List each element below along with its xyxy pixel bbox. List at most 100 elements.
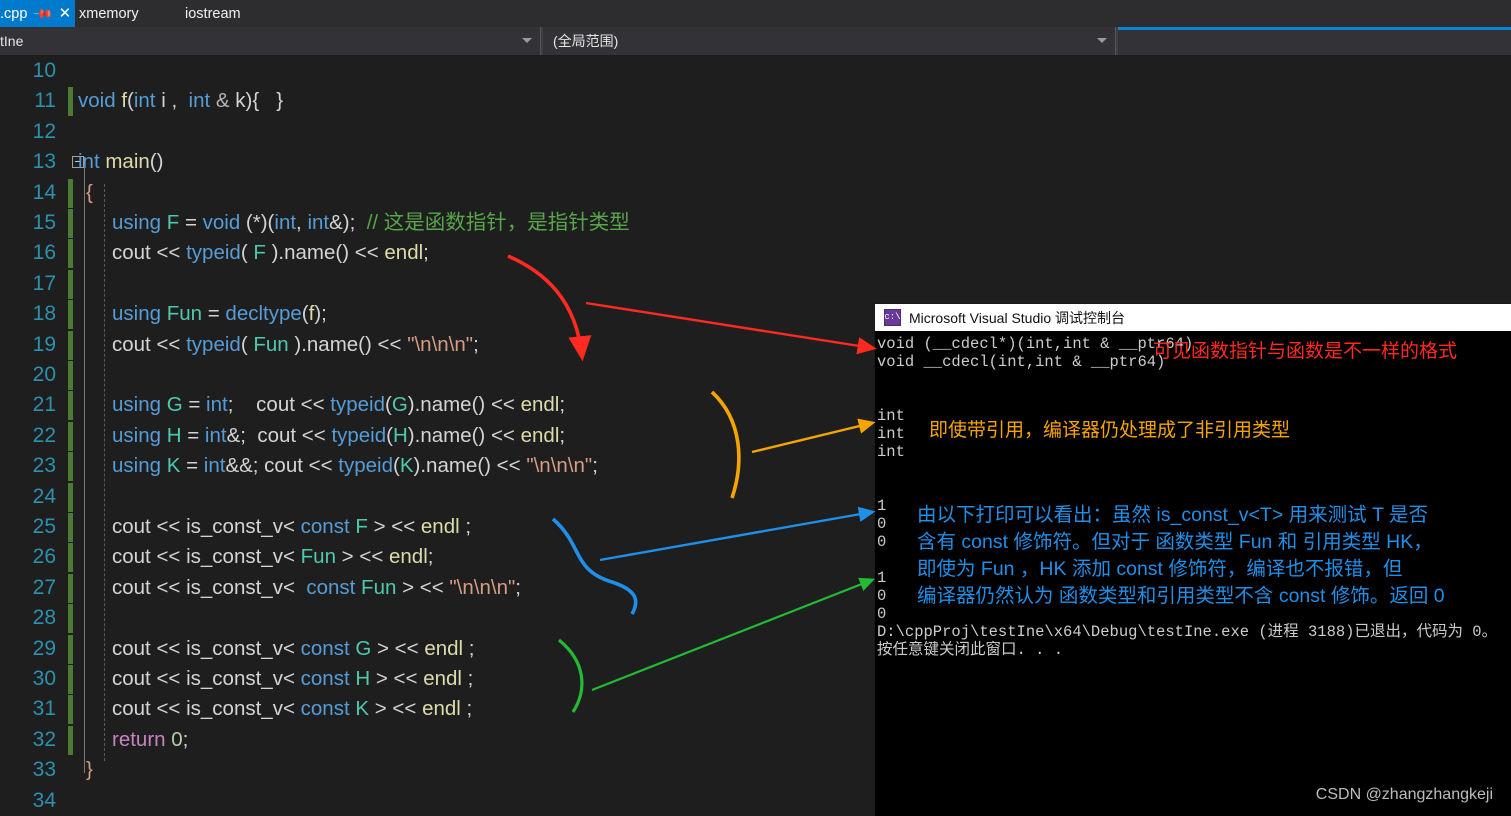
close-icon[interactable]: ✕ bbox=[59, 6, 72, 21]
code-token: "\n\n\n" bbox=[449, 575, 516, 599]
code-token: endl bbox=[423, 667, 462, 690]
code-token: ; bbox=[423, 241, 429, 265]
code-token: << bbox=[156, 332, 181, 356]
code-line[interactable]: 10 bbox=[0, 56, 1511, 86]
code-token: const bbox=[300, 515, 350, 538]
code-line[interactable]: 17 bbox=[0, 269, 1511, 299]
annotation-orange-text: 即使带引用，编译器仍处理成了非引用类型 bbox=[929, 420, 1291, 441]
code-text: } bbox=[86, 755, 93, 785]
code-token: int bbox=[307, 211, 330, 234]
console-output-line: 0 bbox=[877, 515, 887, 533]
code-token: > bbox=[371, 636, 395, 660]
code-line[interactable]: 14 { bbox=[0, 178, 1511, 208]
code-token: << bbox=[156, 636, 181, 660]
code-token: int bbox=[78, 150, 100, 174]
code-line[interactable]: 11 void f(int i , int & k){ } bbox=[0, 86, 1511, 117]
code-line[interactable]: 13 int main() bbox=[0, 147, 1511, 177]
code-token: ( bbox=[127, 89, 134, 113]
change-indicator bbox=[68, 725, 73, 755]
change-indicator bbox=[68, 573, 73, 603]
code-token: F bbox=[253, 241, 266, 265]
code-line[interactable]: 15 using F = void (*)(int, int&); // 这是函数… bbox=[0, 208, 1511, 238]
code-token: < bbox=[282, 575, 307, 599]
code-token: , bbox=[296, 211, 308, 234]
code-token: < bbox=[282, 667, 301, 690]
tab-xmemory-label: xmemory bbox=[79, 5, 139, 22]
change-indicator bbox=[68, 604, 73, 634]
code-token: << bbox=[419, 575, 444, 599]
change-indicator bbox=[68, 482, 73, 512]
code-text: void f(int i , int & k){ } bbox=[78, 86, 283, 116]
code-token: << bbox=[490, 393, 515, 417]
line-number: 24 bbox=[32, 484, 56, 508]
annotation-blue-line-1: 由以下打印可以看出：虽然 is_const_v<T> 用来测试 T 是否 bbox=[917, 504, 1429, 526]
code-token: ( bbox=[386, 423, 393, 447]
code-token: cout bbox=[112, 545, 157, 569]
code-token: H bbox=[355, 667, 371, 690]
code-token: ; bbox=[460, 697, 473, 721]
code-token: << bbox=[391, 515, 416, 538]
code-text: cout << is_const_v< const F > << endl ; bbox=[112, 512, 471, 542]
code-token: cout bbox=[112, 515, 157, 538]
annotation-red-text: 可见函数指针与函数是不一样的格式 bbox=[1153, 341, 1458, 362]
code-token: endl bbox=[420, 515, 460, 538]
code-token: cout bbox=[112, 697, 157, 721]
code-token: K bbox=[166, 454, 181, 478]
annotation-blue-line-2: 含有 const 修饰符。但对于 函数类型 Fun 和 引用类型 HK， bbox=[917, 531, 1433, 553]
code-token: = bbox=[181, 423, 205, 447]
code-token: int bbox=[203, 454, 226, 478]
change-indicator bbox=[68, 513, 73, 542]
code-token: main bbox=[105, 150, 150, 174]
code-token: G bbox=[166, 393, 183, 417]
code-token: ); bbox=[314, 302, 327, 326]
code-token: ( bbox=[240, 332, 254, 356]
file-scope-dropdown[interactable]: tIne bbox=[0, 27, 541, 55]
pin-icon[interactable]: 📌 bbox=[32, 2, 54, 24]
code-token: ; bbox=[182, 727, 189, 751]
code-token: << bbox=[300, 393, 325, 417]
tab-xmemory[interactable]: xmemory bbox=[79, 0, 139, 27]
code-token: endl bbox=[520, 393, 560, 417]
code-token: { bbox=[86, 180, 93, 204]
tab-iostream[interactable]: iostream bbox=[185, 0, 241, 27]
change-indicator bbox=[68, 330, 73, 360]
line-number: 10 bbox=[32, 59, 56, 82]
console-title-bar: c:\ Microsoft Visual Studio 调试控制台 bbox=[875, 304, 1511, 331]
code-token: "\n\n\n" bbox=[407, 332, 474, 356]
extra-scope-dropdown[interactable] bbox=[1118, 27, 1511, 55]
code-line[interactable]: 12 bbox=[0, 117, 1511, 147]
code-text: int main() bbox=[78, 147, 163, 177]
tab-cpp-file[interactable]: .cpp 📌 ✕ bbox=[0, 0, 75, 27]
code-token: ).name() bbox=[407, 393, 491, 417]
code-token: int bbox=[206, 393, 228, 417]
code-token: void bbox=[78, 89, 122, 113]
change-indicator bbox=[68, 665, 73, 694]
line-number: 18 bbox=[32, 302, 56, 326]
code-token: G bbox=[391, 393, 408, 417]
console-output-line: 按任意键关闭此窗口. . . bbox=[877, 641, 1064, 659]
code-token: decltype bbox=[225, 302, 302, 326]
console-output-line: int bbox=[877, 407, 905, 425]
code-line[interactable]: 16 cout << typeid( F ).name() << endl; bbox=[0, 238, 1511, 269]
code-token: ( bbox=[240, 241, 254, 265]
member-scope-dropdown[interactable]: (全局范围) bbox=[543, 27, 1116, 55]
code-token: cout bbox=[112, 667, 157, 690]
active-pane-indicator bbox=[1118, 27, 1511, 30]
code-token: "\n\n\n" bbox=[526, 454, 593, 478]
code-token: const bbox=[306, 575, 356, 599]
code-token: < bbox=[282, 515, 301, 538]
code-token: &; cout bbox=[226, 423, 302, 447]
code-token: H bbox=[392, 423, 408, 447]
code-token: endl bbox=[389, 545, 428, 569]
annotation-blue-line-4: 编译器仍然认为 函数类型和引用类型不含 const 修饰。返回 0 bbox=[917, 585, 1445, 607]
code-text: cout << is_const_v< const G > << endl ; bbox=[112, 634, 475, 664]
code-token: int bbox=[274, 211, 297, 234]
code-token: K bbox=[399, 454, 414, 478]
code-text: using H = int&; cout << typeid(H).name()… bbox=[112, 421, 565, 451]
code-token: const bbox=[300, 667, 350, 690]
code-token: > bbox=[370, 667, 394, 690]
change-indicator bbox=[68, 361, 73, 390]
code-token: << bbox=[156, 515, 181, 538]
member-scope-label: (全局范围) bbox=[553, 33, 619, 49]
code-token: const bbox=[300, 636, 350, 660]
